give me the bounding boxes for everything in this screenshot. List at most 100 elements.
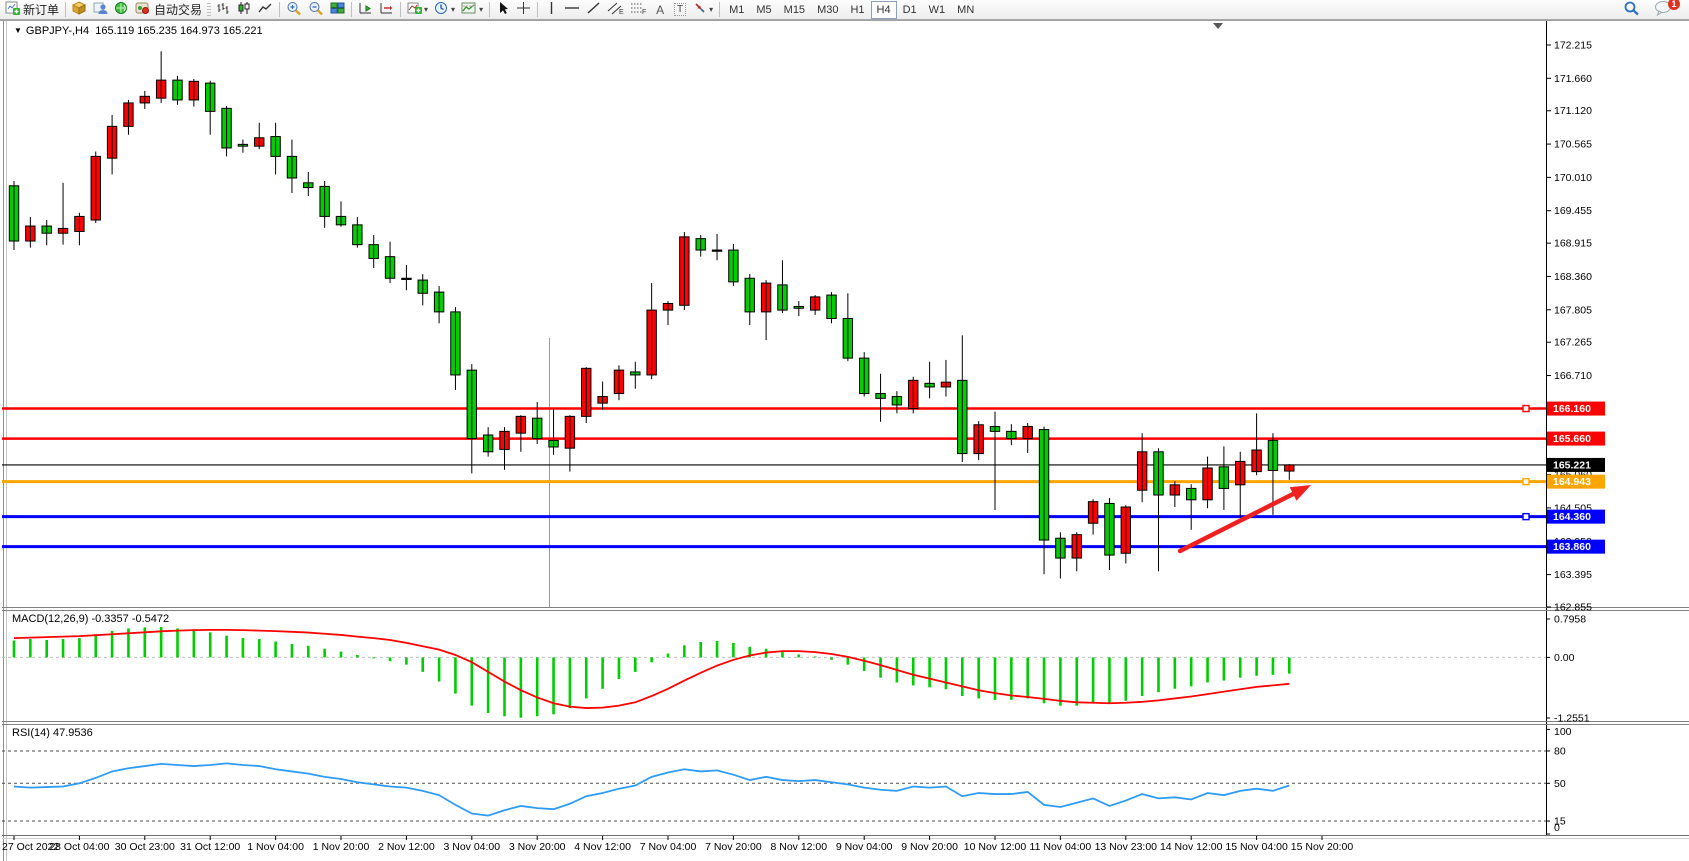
svg-text:100: 100 [1554, 726, 1572, 738]
svg-text:171.120: 171.120 [1554, 105, 1592, 117]
autotrading-button[interactable]: 自动交易 [132, 1, 205, 19]
timeframe-m30[interactable]: M30 [811, 1, 844, 19]
macd-indicator-label: MACD(12,26,9) -0.3357 -0.5472 [12, 613, 169, 625]
separator [537, 2, 538, 17]
svg-text:162.855: 162.855 [1554, 602, 1592, 614]
arrows-tool-button[interactable]: ▾ [690, 1, 716, 19]
new-order-button[interactable]: 新订单 [2, 1, 62, 19]
separator [719, 2, 720, 17]
zoom-out-icon [308, 1, 324, 19]
svg-text:168.360: 168.360 [1554, 271, 1592, 283]
svg-text:1 Nov 20:00: 1 Nov 20:00 [313, 841, 370, 853]
chart-window[interactable]: 172.215171.660171.120170.565170.010169.4… [0, 20, 1689, 861]
separator [65, 2, 66, 17]
toolbar-drag-handle[interactable] [207, 3, 211, 17]
hline-handle[interactable] [1523, 514, 1529, 520]
candlestick-chart-button[interactable] [234, 1, 255, 19]
bar-chart-button[interactable] [213, 1, 234, 19]
text-tool-button[interactable]: A [650, 1, 670, 19]
tile-windows-icon [330, 1, 345, 18]
timeframe-w1[interactable]: W1 [923, 1, 952, 19]
vertical-line-icon [546, 1, 557, 18]
zoom-out-button[interactable] [305, 1, 327, 19]
hline-handle[interactable] [1523, 479, 1529, 485]
auto-scroll-button[interactable] [355, 1, 376, 19]
bar-chart-icon [216, 1, 231, 18]
search-button[interactable] [1620, 1, 1643, 19]
vertical-line-tool-button[interactable] [541, 1, 561, 19]
trend-arrow-annotation[interactable] [1180, 494, 1293, 551]
horizontal-line-tool-button[interactable] [561, 1, 583, 19]
timeframe-d1[interactable]: D1 [897, 1, 923, 19]
periods-button[interactable]: ▾ [431, 1, 458, 19]
market-watch-button[interactable] [69, 1, 90, 19]
svg-text:4 Nov 12:00: 4 Nov 12:00 [574, 841, 631, 853]
crosshair-tool-button[interactable] [513, 1, 534, 19]
gold-box-icon [72, 1, 87, 18]
new-order-icon [5, 1, 20, 18]
dropdown-caret: ▾ [424, 5, 428, 14]
svg-text:167.805: 167.805 [1554, 304, 1592, 316]
trendline-icon [586, 1, 601, 18]
templates-button[interactable]: ▾ [458, 1, 486, 19]
green-globe-icon [114, 1, 129, 18]
dropdown-caret: ▾ [479, 5, 483, 14]
timeframe-m15[interactable]: M15 [778, 1, 811, 19]
svg-text:163.395: 163.395 [1554, 569, 1592, 581]
hline-handle[interactable] [1523, 406, 1529, 412]
svg-text:2 Nov 12:00: 2 Nov 12:00 [378, 841, 435, 853]
dropdown-caret: ▾ [451, 5, 455, 14]
chart-shift-marker[interactable] [1213, 23, 1223, 29]
text-label-tool-button[interactable]: T [670, 1, 690, 19]
timeframe-h1[interactable]: H1 [844, 1, 870, 19]
timeframe-mn[interactable]: MN [951, 1, 980, 19]
svg-text:13 Nov 23:00: 13 Nov 23:00 [1095, 841, 1158, 853]
svg-text:171.660: 171.660 [1554, 73, 1592, 85]
chart-canvas[interactable]: 172.215171.660171.120170.565170.010169.4… [0, 20, 1689, 861]
ea-signal-button[interactable] [111, 1, 132, 19]
chart-symbol-label[interactable]: ▼GBPJPY-,H4 165.119 165.235 164.973 165.… [14, 25, 263, 37]
cursor-tool-button[interactable] [493, 1, 513, 19]
svg-text:168.915: 168.915 [1554, 238, 1592, 250]
data-window-button[interactable] [90, 1, 111, 19]
svg-text:1 Nov 04:00: 1 Nov 04:00 [247, 841, 304, 853]
channel-icon: E [607, 1, 624, 18]
equidistant-channel-tool-button[interactable]: E [604, 1, 627, 19]
zoom-in-button[interactable] [283, 1, 305, 19]
rsi-indicator-label: RSI(14) 47.9536 [12, 727, 93, 739]
trendline-tool-button[interactable] [583, 1, 604, 19]
dropdown-caret: ▾ [709, 5, 713, 14]
separator [351, 2, 352, 17]
chart-shift-button[interactable] [376, 1, 397, 19]
person-chart-icon [93, 1, 108, 18]
notifications-button[interactable]: 1 [1651, 1, 1675, 19]
fibonacci-tool-button[interactable]: F [627, 1, 650, 19]
timeframe-m5[interactable]: M5 [750, 1, 777, 19]
rsi-line [14, 763, 1289, 815]
trend-arrow-head[interactable] [1290, 485, 1311, 501]
text-tool-icon: A [656, 3, 664, 17]
svg-text:3 Nov 20:00: 3 Nov 20:00 [509, 841, 566, 853]
timeframe-m1[interactable]: M1 [723, 1, 750, 19]
indicators-button[interactable]: ▾ [404, 1, 431, 19]
time-axis[interactable]: 27 Oct 202228 Oct 04:0030 Oct 23:0031 Oc… [2, 841, 1353, 853]
svg-text:3 Nov 04:00: 3 Nov 04:00 [443, 841, 500, 853]
zoom-in-icon [286, 1, 302, 19]
new-order-label: 新订单 [23, 1, 59, 18]
timeframe-h4[interactable]: H4 [871, 1, 897, 19]
fibonacci-icon: F [630, 1, 647, 18]
auto-scroll-icon [358, 1, 373, 18]
tile-windows-button[interactable] [327, 1, 348, 19]
svg-text:14 Nov 12:00: 14 Nov 12:00 [1160, 841, 1223, 853]
symbol-dropdown-icon[interactable]: ▼ [14, 26, 22, 35]
autotrading-icon [135, 1, 151, 18]
separator [400, 2, 401, 17]
fibo-glyph: F [642, 9, 646, 15]
template-chart-icon [461, 1, 477, 18]
svg-text:9 Nov 20:00: 9 Nov 20:00 [901, 841, 958, 853]
svg-text:0: 0 [1554, 822, 1560, 834]
svg-text:7 Nov 04:00: 7 Nov 04:00 [640, 841, 697, 853]
crosshair-icon [516, 1, 531, 18]
line-chart-button[interactable] [255, 1, 276, 19]
svg-text:15 Nov 20:00: 15 Nov 20:00 [1291, 841, 1354, 853]
